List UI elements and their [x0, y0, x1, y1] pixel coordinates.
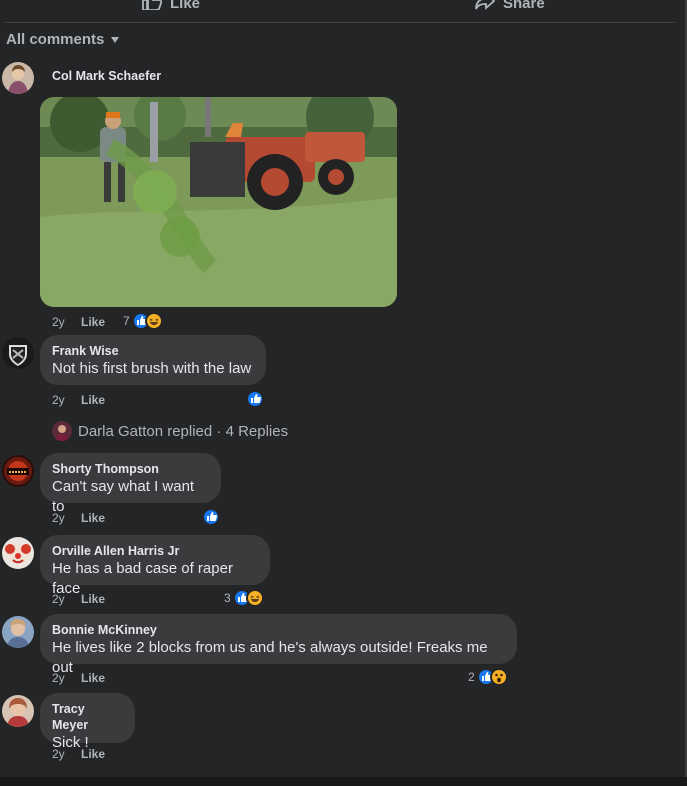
avatar[interactable] — [2, 616, 34, 648]
reaction-summary[interactable] — [202, 508, 220, 526]
comments-panel: Like Share All comments Col Mark Schaefe… — [0, 0, 687, 786]
bottom-strip — [0, 777, 687, 786]
reaction-count: 3 — [224, 591, 231, 605]
comment-text: Not his first brush with the law — [52, 360, 252, 377]
thumbs-up-icon — [142, 0, 163, 14]
reaction-summary[interactable]: 3 — [224, 589, 264, 607]
share-action-button[interactable]: Share — [475, 0, 545, 14]
share-icon — [475, 0, 496, 14]
avatar[interactable] — [2, 537, 34, 569]
avatar[interactable] — [2, 62, 34, 94]
comment-author[interactable]: Bonnie McKinney — [52, 622, 505, 638]
comment-time[interactable]: 2y — [52, 747, 81, 761]
comment-author[interactable]: Frank Wise — [52, 343, 254, 359]
haha-reaction-icon — [144, 312, 163, 330]
comment-bubble: Tracy Meyer Sick ! — [40, 693, 135, 751]
comment-sort-dropdown[interactable]: All comments — [6, 31, 120, 48]
comment-bubble: Bonnie McKinney He lives like 2 blocks f… — [40, 614, 517, 676]
comment-bubble: Frank Wise Not his first brush with the … — [40, 335, 266, 385]
comment-time[interactable]: 2y — [52, 592, 81, 606]
comment-like-button[interactable]: Like — [81, 747, 105, 761]
comment-time[interactable]: 2y — [52, 671, 81, 685]
share-action-label: Share — [503, 0, 545, 12]
comment-like-button[interactable]: Like — [81, 671, 105, 685]
haha-reaction-icon — [245, 589, 264, 607]
like-action-label: Like — [170, 0, 201, 12]
view-replies-link[interactable]: Darla Gatton replied · 4 Replies — [52, 421, 288, 441]
like-reaction-icon — [202, 508, 220, 526]
comment-like-button[interactable]: Like — [81, 511, 105, 525]
comment-actions: 2y Like — [52, 315, 105, 329]
comment-author[interactable]: Col Mark Schaefer — [52, 68, 161, 84]
comment-like-button[interactable]: Like — [81, 315, 105, 329]
avatar[interactable] — [2, 337, 34, 369]
comment-author[interactable]: Orville Allen Harris Jr — [52, 543, 258, 559]
wow-reaction-icon — [489, 668, 508, 686]
comment-author[interactable]: Shorty Thompson — [52, 461, 209, 477]
comment-actions: 2y Like — [52, 393, 105, 407]
post-action-bar: Like Share — [5, 0, 675, 23]
avatar[interactable] — [2, 695, 34, 727]
like-reaction-icon — [246, 390, 264, 408]
comment-actions: 2y Like — [52, 747, 105, 761]
comment-actions: 2y Like — [52, 592, 105, 606]
sort-label: All comments — [6, 31, 105, 48]
comment-time[interactable]: 2y — [52, 315, 81, 329]
comment-author[interactable]: Tracy Meyer — [52, 701, 123, 733]
caret-down-icon — [110, 31, 120, 48]
reaction-count: 7 — [123, 314, 130, 328]
comment-like-button[interactable]: Like — [81, 592, 105, 606]
comment-actions: 2y Like — [52, 511, 105, 525]
reaction-summary[interactable]: 2 — [468, 668, 508, 686]
comment-text: He lives like 2 blocks from us and he's … — [52, 639, 488, 676]
comment-bubble: Shorty Thompson Can't say what I want to — [40, 453, 221, 515]
comment-bubble: Orville Allen Harris Jr He has a bad cas… — [40, 535, 270, 597]
replies-label: Darla Gatton replied · 4 Replies — [78, 422, 289, 440]
comment-actions: 2y Like — [52, 671, 105, 685]
reaction-count: 2 — [468, 670, 475, 684]
reaction-summary[interactable] — [246, 390, 264, 408]
reaction-summary[interactable]: 7 — [123, 312, 163, 330]
avatar[interactable] — [2, 455, 34, 487]
comment-like-button[interactable]: Like — [81, 393, 105, 407]
comment-time[interactable]: 2y — [52, 511, 81, 525]
comment-time[interactable]: 2y — [52, 393, 81, 407]
avatar — [52, 421, 72, 441]
like-action-button[interactable]: Like — [142, 0, 200, 14]
comment-gif-image[interactable] — [40, 97, 397, 307]
